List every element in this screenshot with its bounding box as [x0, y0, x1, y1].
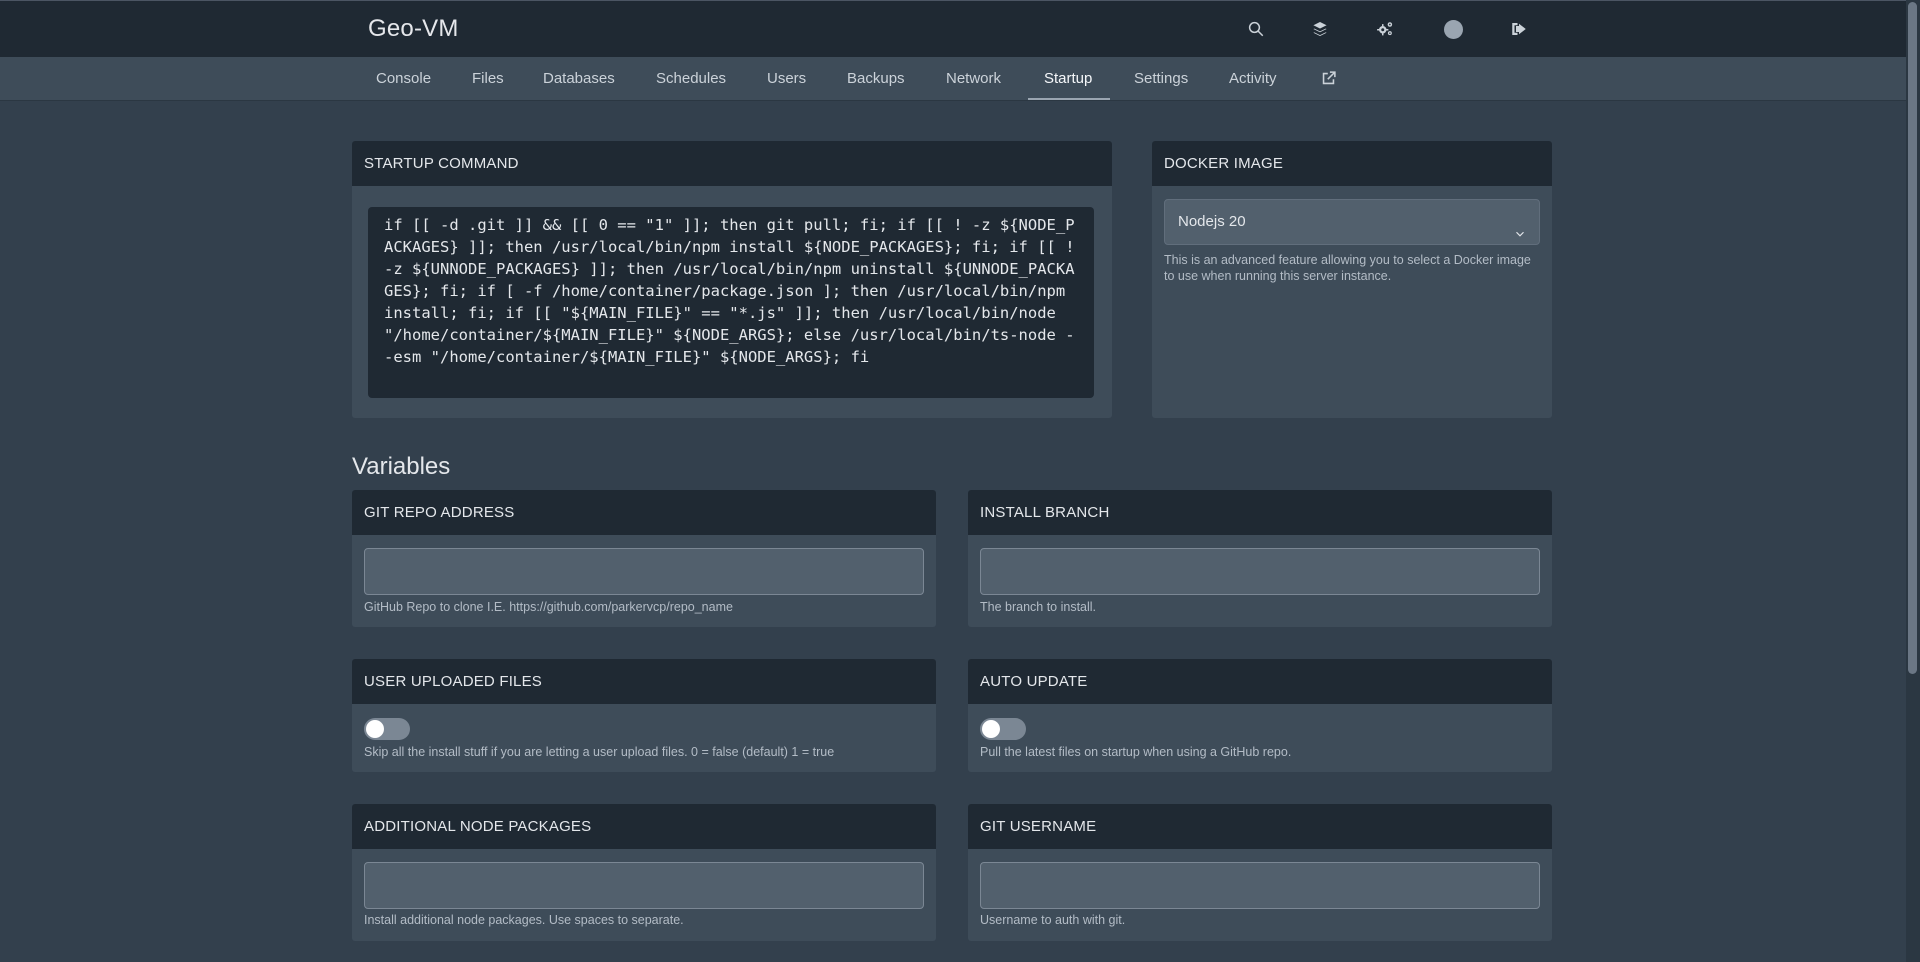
- layers-icon[interactable]: [1308, 17, 1332, 41]
- top-header: Geo-VM: [0, 0, 1906, 57]
- user-uploaded-help: Skip all the install stuff if you are le…: [364, 745, 835, 759]
- toggle-knob: [366, 720, 384, 738]
- auto-update-toggle[interactable]: [980, 718, 1026, 740]
- variable-card-git-repo: GIT REPO ADDRESS GitHub Repo to clone I.…: [352, 490, 936, 627]
- toggle-knob: [982, 720, 1000, 738]
- cogs-icon[interactable]: [1373, 17, 1397, 41]
- tab-console[interactable]: Console: [376, 57, 431, 101]
- tab-users[interactable]: Users: [767, 57, 806, 101]
- external-link-icon[interactable]: [1320, 70, 1337, 88]
- card-title: ADDITIONAL NODE PACKAGES: [352, 804, 936, 849]
- chevron-down-icon: [1513, 215, 1527, 237]
- server-nav: Console Files Databases Schedules Users …: [0, 57, 1906, 101]
- docker-image-select[interactable]: Nodejs 20: [1164, 199, 1540, 245]
- tab-schedules[interactable]: Schedules: [656, 57, 726, 101]
- card-title: AUTO UPDATE: [968, 659, 1552, 704]
- docker-image-value: Nodejs 20: [1178, 213, 1246, 230]
- variable-card-user-uploaded: USER UPLOADED FILES Skip all the install…: [352, 659, 936, 772]
- node-packages-input[interactable]: [364, 862, 924, 909]
- install-branch-input[interactable]: [980, 548, 1540, 595]
- variable-card-auto-update: AUTO UPDATE Pull the latest files on sta…: [968, 659, 1552, 772]
- tab-settings[interactable]: Settings: [1134, 57, 1188, 101]
- tab-files[interactable]: Files: [472, 57, 504, 101]
- tab-startup[interactable]: Startup: [1044, 57, 1092, 101]
- card-title: GIT USERNAME: [968, 804, 1552, 849]
- variable-card-node-packages: ADDITIONAL NODE PACKAGES Install additio…: [352, 804, 936, 941]
- card-title: GIT REPO ADDRESS: [352, 490, 936, 535]
- search-icon[interactable]: [1244, 17, 1268, 41]
- tab-activity[interactable]: Activity: [1229, 57, 1277, 101]
- install-branch-help: The branch to install.: [980, 600, 1097, 614]
- card-title: DOCKER IMAGE: [1152, 141, 1552, 186]
- startup-command-card: STARTUP COMMAND if [[ -d .git ]] && [[ 0…: [352, 141, 1112, 418]
- tab-network[interactable]: Network: [946, 57, 1001, 101]
- auto-update-help: Pull the latest files on startup when us…: [980, 745, 1292, 759]
- active-tab-indicator: [1028, 98, 1110, 100]
- variable-card-git-username: GIT USERNAME Username to auth with git.: [968, 804, 1552, 941]
- avatar[interactable]: [1441, 17, 1465, 41]
- scrollbar-thumb[interactable]: [1908, 2, 1917, 674]
- brand-title[interactable]: Geo-VM: [368, 15, 459, 43]
- logout-icon[interactable]: [1507, 17, 1531, 41]
- node-packages-help: Install additional node packages. Use sp…: [364, 913, 684, 927]
- git-username-input[interactable]: [980, 862, 1540, 909]
- variables-heading: Variables: [352, 453, 451, 480]
- tab-backups[interactable]: Backups: [847, 57, 905, 101]
- git-repo-help: GitHub Repo to clone I.E. https://github…: [364, 600, 733, 614]
- git-username-help: Username to auth with git.: [980, 913, 1126, 927]
- variable-card-install-branch: INSTALL BRANCH The branch to install.: [968, 490, 1552, 627]
- user-uploaded-toggle[interactable]: [364, 718, 410, 740]
- startup-command-text: if [[ -d .git ]] && [[ 0 == "1" ]]; then…: [368, 207, 1094, 398]
- docker-image-card: DOCKER IMAGE Nodejs 20 This is an advanc…: [1152, 141, 1552, 418]
- card-title: USER UPLOADED FILES: [352, 659, 936, 704]
- card-title: STARTUP COMMAND: [352, 141, 1112, 186]
- tab-databases[interactable]: Databases: [543, 57, 615, 101]
- docker-image-help: This is an advanced feature allowing you…: [1164, 253, 1531, 283]
- card-title: INSTALL BRANCH: [968, 490, 1552, 535]
- git-repo-input[interactable]: [364, 548, 924, 595]
